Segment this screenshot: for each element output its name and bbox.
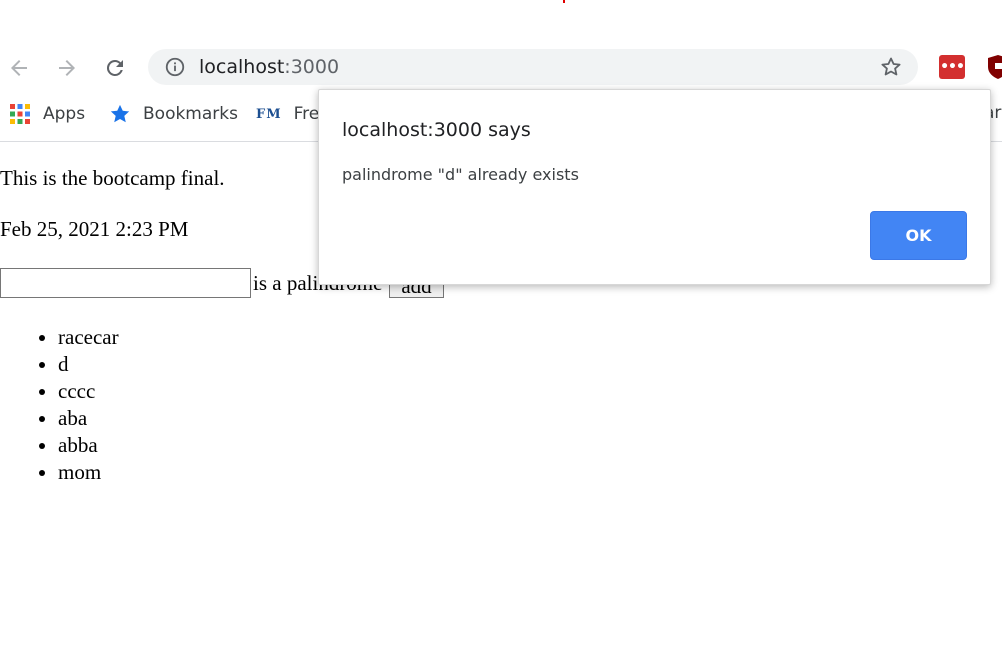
bookmark-folder-bookmarks[interactable]: Bookmarks [109,102,238,126]
apps-grid-icon [9,103,31,125]
dialog-message: palindrome "d" already exists [342,165,579,184]
url-host: localhost [199,56,285,78]
ok-button[interactable]: OK [870,211,967,260]
list-item: racecar [58,324,119,351]
back-button[interactable] [5,54,33,82]
intro-text: This is the bootcamp final. [0,166,225,190]
arrow-left-icon [11,60,27,76]
star-outline-icon[interactable] [879,55,903,79]
bookmark-label: Bookmarks [143,104,238,124]
list-item: d [58,351,119,378]
fm-logo-icon: FM [256,106,282,122]
reload-icon [106,59,123,76]
date-text: Feb 25, 2021 2:23 PM [0,217,189,241]
palindrome-input[interactable] [0,268,251,298]
bookmark-fm[interactable]: FM Fre [256,102,319,126]
list-item: mom [58,459,119,486]
alert-dialog: localhost:3000 says palindrome "d" alrea… [318,89,991,285]
url-port: :3000 [284,56,340,78]
lastpass-icon[interactable]: ••• [939,55,965,79]
status-dot [563,0,565,3]
browser-toolbar: localhost:3000 ••• [0,42,1002,92]
forward-button[interactable] [53,54,81,82]
url-text[interactable]: localhost:3000 [199,55,339,79]
list-item: abba [58,432,119,459]
dialog-title: localhost:3000 says [342,119,531,141]
info-icon[interactable] [164,56,186,78]
bookmark-label: Fre [293,104,320,124]
arrow-right-icon [59,60,75,76]
bookmark-label: Apps [43,104,86,124]
bookmark-apps[interactable]: Apps [9,102,85,126]
list-item: aba [58,405,119,432]
list-item: cccc [58,378,119,405]
address-bar[interactable]: localhost:3000 [148,49,918,85]
palindrome-list: racecar d cccc aba abba mom [0,324,119,486]
ublock-icon[interactable] [987,54,1002,80]
reload-button[interactable] [101,54,129,82]
star-filled-icon [109,103,131,125]
